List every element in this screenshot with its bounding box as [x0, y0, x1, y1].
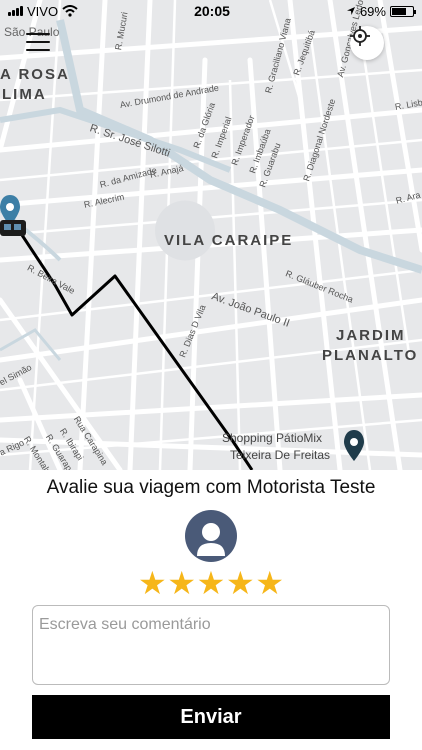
crosshair-icon [350, 26, 370, 46]
destination-pin-icon [344, 430, 364, 461]
driver-avatar [185, 510, 237, 562]
battery-icon [389, 5, 416, 17]
battery-percent: 69% [359, 3, 386, 19]
map-label-lima: LIMA [2, 86, 47, 103]
carrier-label: VIVO [27, 3, 59, 19]
map-label-jardim: JARDIM [336, 327, 406, 344]
menu-icon [26, 33, 50, 35]
map-label-vila-caraipe: VILA CARAIPE [164, 232, 294, 249]
map-label-planalto: PLANALTO [322, 347, 419, 364]
user-silhouette-icon [197, 523, 225, 556]
location-arrow-icon [346, 7, 355, 15]
menu-button[interactable] [26, 33, 50, 51]
star-3[interactable]: ★ [197, 567, 226, 599]
wifi-icon [62, 5, 78, 17]
submit-button[interactable]: Enviar [32, 695, 390, 739]
comment-field[interactable] [32, 605, 390, 685]
star-1[interactable]: ★ [138, 567, 167, 599]
star-5[interactable]: ★ [255, 567, 284, 599]
star-2[interactable]: ★ [167, 567, 196, 599]
status-bar: VIVO 20:05 69% [0, 0, 422, 22]
map-view[interactable]: São Paulo A ROSA LIMA VILA CARAIPE JARDI… [0, 0, 422, 470]
status-time: 20:05 [194, 3, 230, 19]
rating-title: Avalie sua viagem com Motorista Teste [46, 477, 376, 498]
map-label-shopping-city: Teixeira De Freitas [230, 448, 331, 462]
rating-panel: Avalie sua viagem com Motorista Teste ★ … [0, 470, 422, 750]
my-location-button[interactable] [350, 26, 384, 60]
map-label-shopping: Shopping PátioMix [222, 431, 323, 445]
map-label-rosa: A ROSA [0, 66, 70, 83]
star-4[interactable]: ★ [226, 567, 255, 599]
signal-icon [8, 6, 23, 16]
star-rating[interactable]: ★ ★ ★ ★ ★ [138, 567, 284, 599]
